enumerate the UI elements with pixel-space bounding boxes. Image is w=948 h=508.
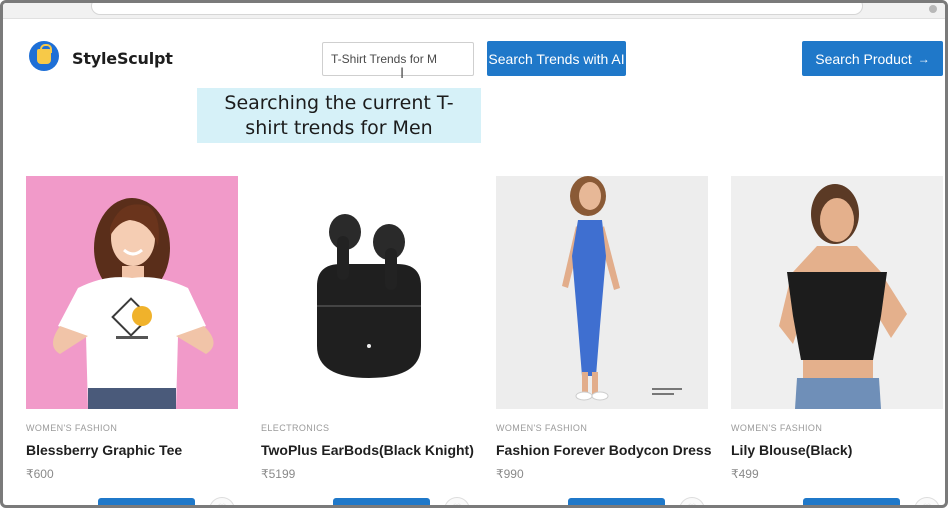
add-to-cart-button[interactable] <box>803 498 900 505</box>
product-image[interactable] <box>496 176 708 409</box>
product-name[interactable]: Lily Blouse(Black) <box>731 442 943 458</box>
product-category: WOMEN'S FASHION <box>496 423 588 433</box>
text-cursor-icon: I <box>400 66 405 82</box>
add-to-cart-button[interactable] <box>568 498 665 505</box>
add-to-cart-button[interactable] <box>98 498 195 505</box>
caption-line-1: Searching the current T- <box>224 92 454 114</box>
earbuds-illustration <box>317 214 421 378</box>
heart-icon[interactable]: ♡ <box>209 497 235 505</box>
black-blouse-illustration <box>779 184 907 409</box>
browser-address-bar[interactable] <box>91 3 863 15</box>
product-card[interactable]: ELECTRONICS TwoPlus EarBods(Black Knight… <box>261 176 474 505</box>
product-card[interactable]: WOMEN'S FASHION Blessberry Graphic Tee ₹… <box>26 176 238 505</box>
product-image[interactable] <box>26 176 238 409</box>
product-price: ₹5199 <box>261 467 296 481</box>
product-image[interactable] <box>261 176 473 409</box>
search-product-button[interactable]: Search Product → <box>802 41 943 76</box>
shopping-bag-logo-icon[interactable] <box>29 41 59 71</box>
browser-menu-icon[interactable] <box>929 5 937 13</box>
heart-icon[interactable]: ♡ <box>914 497 940 505</box>
brand-name[interactable]: StyleSculpt <box>72 49 173 68</box>
product-name[interactable]: Fashion Forever Bodycon Dress <box>496 442 712 458</box>
product-category: WOMEN'S FASHION <box>26 423 118 433</box>
app-window: StyleSculpt T-Shirt Trends for M I Searc… <box>0 0 948 508</box>
woman-graphic-tee-illustration <box>53 198 214 409</box>
product-card[interactable]: WOMEN'S FASHION Fashion Forever Bodycon … <box>496 176 712 505</box>
search-trends-ai-button[interactable]: Search Trends with AI <box>487 41 626 76</box>
product-category: WOMEN'S FASHION <box>731 423 823 433</box>
search-product-label: Search Product <box>815 50 912 67</box>
browser-toolbar <box>3 3 945 19</box>
heart-icon[interactable]: ♡ <box>679 497 705 505</box>
product-price: ₹990 <box>496 467 524 481</box>
caption-line-2: shirt trends for Men <box>245 117 433 139</box>
product-price: ₹499 <box>731 467 759 481</box>
heart-icon[interactable]: ♡ <box>444 497 470 505</box>
product-name[interactable]: TwoPlus EarBods(Black Knight) <box>261 442 474 458</box>
product-name[interactable]: Blessberry Graphic Tee <box>26 442 238 458</box>
arrow-right-icon: → <box>917 51 930 66</box>
product-image[interactable] <box>731 176 943 409</box>
search-input[interactable]: T-Shirt Trends for M <box>322 42 474 76</box>
bodycon-dress-illustration <box>562 176 682 401</box>
product-price: ₹600 <box>26 467 54 481</box>
add-to-cart-button[interactable] <box>333 498 430 505</box>
status-caption: Searching the current T- shirt trends fo… <box>197 88 481 143</box>
product-category: ELECTRONICS <box>261 423 330 433</box>
product-card[interactable]: WOMEN'S FASHION Lily Blouse(Black) ₹499 … <box>731 176 943 505</box>
